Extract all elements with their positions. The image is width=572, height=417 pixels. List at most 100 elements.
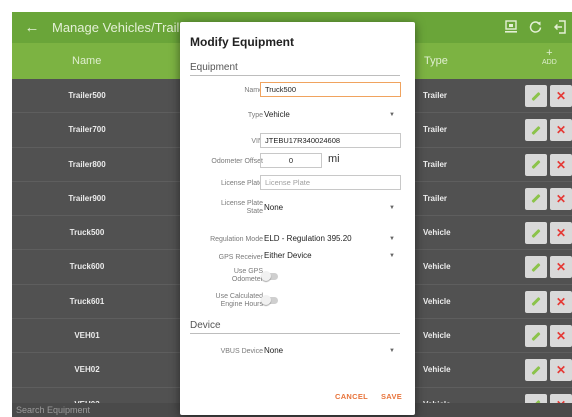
close-icon: ✕ [555, 191, 567, 206]
pencil-icon [531, 91, 541, 101]
row-name: VEH02 [74, 365, 100, 375]
arrow-left-icon[interactable]: ← [12, 19, 52, 36]
pencil-icon [531, 297, 541, 307]
row-name: Trailer700 [68, 125, 106, 135]
logout-icon[interactable] [553, 19, 566, 36]
chevron-down-icon: ▼ [389, 112, 395, 118]
license-plate-field[interactable]: License Plate [260, 175, 401, 190]
section-header-device: Device [190, 320, 400, 334]
row-name: Truck500 [69, 228, 105, 238]
edit-button[interactable] [525, 325, 547, 348]
license-plate-state-select[interactable]: None ▼ [264, 201, 401, 215]
delete-button[interactable]: ✕ [550, 325, 572, 348]
dialog-title: Modify Equipment [190, 35, 294, 49]
toggle-knob [261, 295, 271, 305]
chevron-down-icon: ▼ [389, 205, 395, 211]
gps-receiver-label: GPS Receiver [218, 254, 263, 261]
use-calculated-engine-hours-label: Use Calculated Engine Hours [215, 293, 263, 308]
use-gps-odometer-toggle[interactable] [261, 271, 278, 281]
toolbar-actions [505, 12, 566, 43]
delete-button[interactable]: ✕ [550, 85, 572, 107]
cancel-button[interactable]: CANCEL [335, 392, 368, 401]
pencil-icon [531, 125, 541, 135]
row-type: Trailer [423, 159, 448, 169]
add-label: ADD [542, 59, 557, 66]
edit-button[interactable] [525, 290, 547, 313]
regulation-mode-label: Regulation Mode [210, 236, 263, 243]
edit-button[interactable] [525, 85, 547, 107]
close-icon: ✕ [555, 363, 567, 378]
license-plate-label: License Plate [220, 180, 263, 187]
close-icon: ✕ [555, 226, 567, 241]
edit-button[interactable] [525, 222, 547, 245]
row-type: Vehicle [423, 296, 451, 306]
regulation-mode-value: ELD - Regulation 395.20 [264, 234, 352, 243]
modify-equipment-dialog: Modify Equipment Equipment Name Truck500… [180, 22, 415, 415]
row-name: Trailer900 [68, 193, 106, 203]
chevron-down-icon: ▼ [389, 348, 395, 354]
row-type: Trailer [423, 193, 448, 203]
use-calculated-engine-hours-toggle[interactable] [261, 295, 278, 305]
close-icon: ✕ [555, 294, 567, 309]
gps-receiver-value: Either Device [264, 251, 312, 260]
delete-button[interactable]: ✕ [550, 187, 572, 210]
edit-button[interactable] [525, 119, 547, 142]
vbus-device-select[interactable]: None ▼ [264, 344, 401, 358]
delete-button[interactable]: ✕ [550, 222, 572, 245]
row-name: Trailer500 [68, 91, 106, 100]
use-gps-odometer-label: Use GPS Odometer [231, 268, 263, 283]
app-root: ← Manage Vehicles/Trailers Name Type + A… [0, 0, 572, 417]
license-plate-state-label: License Plate State [220, 200, 263, 215]
delete-button[interactable]: ✕ [550, 290, 572, 313]
delete-button[interactable]: ✕ [550, 256, 572, 279]
name-field[interactable]: Truck500 [260, 82, 401, 97]
odometer-offset-label: Odometer Offset [211, 158, 263, 165]
section-header-equipment: Equipment [190, 62, 400, 76]
toggle-knob [261, 271, 271, 281]
page-title: Manage Vehicles/Trailers [52, 20, 198, 35]
edit-button[interactable] [525, 187, 547, 210]
add-button[interactable]: + ADD [542, 48, 557, 67]
vbus-device-value: None [264, 346, 284, 355]
column-header-type[interactable]: Type [424, 55, 448, 67]
row-type: Vehicle [423, 331, 451, 341]
pencil-icon [531, 331, 541, 341]
close-icon: ✕ [555, 157, 567, 172]
row-name: Trailer800 [68, 159, 106, 169]
chevron-down-icon: ▼ [389, 253, 395, 259]
delete-button[interactable]: ✕ [550, 153, 572, 176]
close-icon: ✕ [555, 123, 567, 138]
column-header-name[interactable]: Name [72, 55, 101, 67]
close-icon: ✕ [555, 89, 567, 103]
chevron-down-icon: ▼ [389, 236, 395, 242]
odometer-offset-field[interactable]: 0 [260, 153, 322, 168]
save-button[interactable]: SAVE [381, 392, 402, 401]
refresh-icon[interactable] [529, 20, 542, 35]
vin-field[interactable]: JTEBU17R340024608 [260, 133, 401, 148]
license-plate-state-value: None [264, 203, 284, 212]
edit-button[interactable] [525, 153, 547, 176]
row-type: Trailer [423, 125, 448, 135]
row-type: Vehicle [423, 228, 451, 238]
row-type: Vehicle [423, 262, 451, 272]
edit-button[interactable] [525, 256, 547, 279]
upload-icon[interactable] [505, 20, 517, 35]
close-icon: ✕ [555, 260, 567, 275]
pencil-icon [531, 159, 541, 170]
pencil-icon [531, 365, 541, 375]
row-name: Truck601 [69, 296, 105, 306]
delete-button[interactable]: ✕ [550, 359, 572, 382]
regulation-mode-select[interactable]: ELD - Regulation 395.20 ▼ [264, 232, 401, 246]
type-select[interactable]: Vehicle ▼ [264, 108, 401, 122]
gps-receiver-select[interactable]: Either Device ▼ [264, 249, 401, 263]
row-type: Vehicle [423, 365, 451, 375]
type-select-value: Vehicle [264, 110, 290, 119]
row-type: Trailer [423, 91, 448, 100]
type-label: Type [247, 112, 263, 119]
row-name: VEH01 [74, 331, 100, 341]
vbus-device-label: VBUS Device [220, 348, 263, 355]
edit-button[interactable] [525, 359, 547, 382]
delete-button[interactable]: ✕ [550, 119, 572, 142]
close-icon: ✕ [555, 329, 567, 344]
pencil-icon [531, 262, 541, 273]
